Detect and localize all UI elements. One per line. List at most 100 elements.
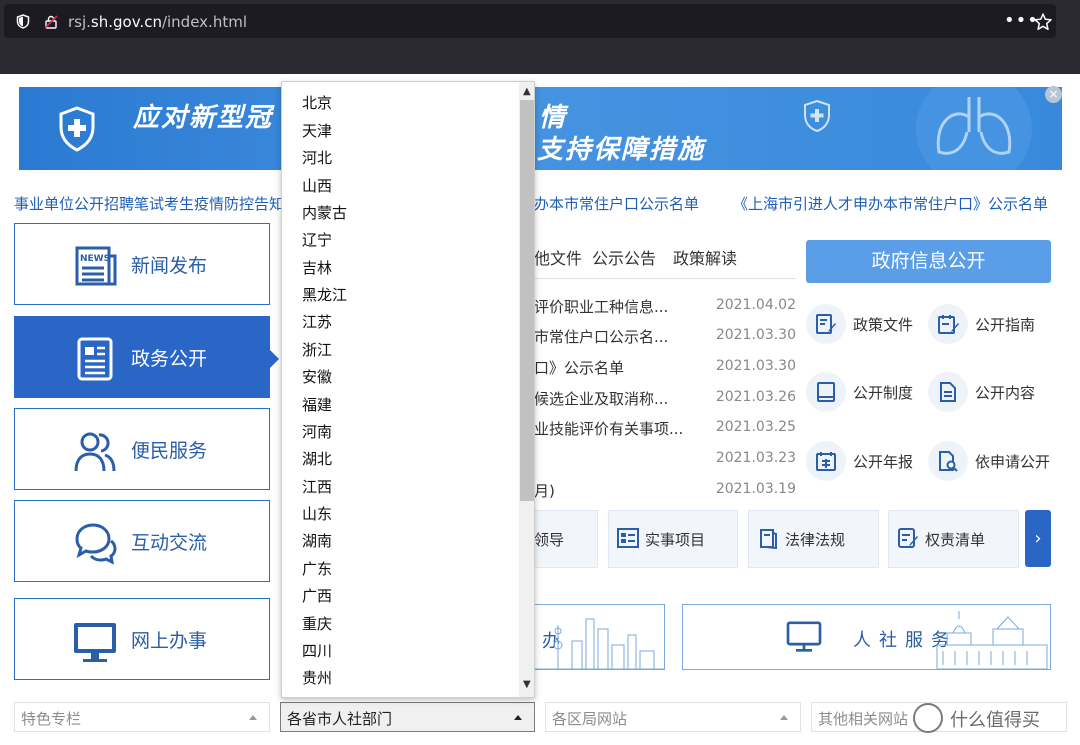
dropdown-option[interactable]: 浙江 bbox=[302, 339, 332, 360]
dropdown-option[interactable]: 天津 bbox=[302, 120, 332, 141]
dropdown-option[interactable]: 北京 bbox=[302, 92, 332, 113]
news-item[interactable]: 业技能评价有关事项... 2021.03.25 bbox=[534, 418, 796, 438]
gov-icon-bg bbox=[928, 372, 968, 412]
news-item[interactable]: 2021.03.23 bbox=[534, 449, 796, 469]
nav-label: 政务公开 bbox=[131, 348, 208, 370]
quick-link-label: 领导 bbox=[534, 531, 565, 549]
quick-link-practical-projects[interactable]: 实事项目 bbox=[608, 510, 738, 568]
active-indicator-arrow bbox=[270, 350, 279, 368]
url-text[interactable]: rsj.sh.gov.cn/index.html bbox=[68, 13, 247, 31]
news-title: 市常住户口公示名... bbox=[534, 328, 669, 346]
watermark-logo-icon bbox=[913, 703, 943, 733]
nav-online-services[interactable]: 网上办事 bbox=[14, 598, 270, 680]
provincial-hr-departments-select[interactable]: 各省市人社部门 bbox=[280, 702, 535, 732]
news-item[interactable]: 口》公示名单 2021.03.30 bbox=[534, 357, 796, 377]
select-value: 其他相关网站 bbox=[818, 710, 909, 728]
tracking-shield-icon[interactable] bbox=[16, 14, 30, 29]
dropdown-option[interactable]: 江苏 bbox=[302, 311, 332, 332]
chat-bubbles-icon bbox=[75, 523, 117, 565]
bookmark-star-icon[interactable] bbox=[1033, 12, 1053, 32]
dropdown-option[interactable]: 四川 bbox=[302, 640, 332, 661]
dropdown-option[interactable]: 江西 bbox=[302, 476, 332, 497]
shield-cross-icon bbox=[804, 99, 830, 133]
hr-services-strip[interactable]: 人社服务 bbox=[682, 604, 1051, 670]
banner-title-right-bottom: 支持保障措施 bbox=[537, 135, 706, 165]
tab-policy-interpretation[interactable]: 政策解读 bbox=[673, 245, 737, 269]
dropdown-option[interactable]: 辽宁 bbox=[302, 229, 332, 250]
historic-building-illustration bbox=[936, 611, 1048, 669]
news-date: 2021.03.30 bbox=[715, 327, 796, 343]
dropdown-option[interactable]: 吉林 bbox=[302, 257, 332, 278]
caret-up-icon bbox=[249, 715, 257, 720]
scroll-up-arrow-icon[interactable]: ▲ bbox=[523, 86, 531, 97]
quick-link-laws-regulations[interactable]: 法律法规 bbox=[748, 510, 879, 568]
featured-columns-select[interactable]: 特色专栏 bbox=[14, 702, 270, 732]
url-bar[interactable]: rsj.sh.gov.cn/index.html ••• bbox=[4, 4, 1056, 38]
dropdown-option[interactable]: 内蒙古 bbox=[302, 202, 347, 223]
government-info-disclosure-button[interactable]: 政府信息公开 bbox=[806, 240, 1051, 283]
marquee-link-3[interactable]: 《上海市引进人才申办本市常住户口》公示名单 bbox=[733, 193, 1048, 214]
gov-link-label: 公开年报 bbox=[853, 453, 914, 471]
nav-convenience-services[interactable]: 便民服务 bbox=[14, 408, 270, 490]
dropdown-option[interactable]: 湖北 bbox=[302, 448, 332, 469]
district-bureau-websites-select[interactable]: 各区局网站 bbox=[545, 702, 801, 732]
nav-interactive-exchange[interactable]: 互动交流 bbox=[14, 500, 270, 582]
dropdown-option[interactable]: 福建 bbox=[302, 394, 332, 415]
news-date: 2021.04.02 bbox=[715, 297, 796, 313]
provincial-hr-dropdown-list[interactable]: 北京 天津 河北 山西 内蒙古 辽宁 吉林 黑龙江 江苏 浙江 安徽 福建 河南… bbox=[281, 81, 535, 698]
scroll-down-arrow-icon[interactable]: ▼ bbox=[523, 679, 531, 690]
news-date: 2021.03.19 bbox=[715, 481, 796, 497]
document-icon bbox=[77, 337, 113, 381]
nav-government-affairs[interactable]: 政务公开 bbox=[14, 316, 270, 398]
dropdown-option[interactable]: 重庆 bbox=[302, 613, 332, 634]
news-item[interactable]: 评价职业工种信息... 2021.04.02 bbox=[534, 296, 796, 316]
dropdown-option[interactable]: 广东 bbox=[302, 558, 332, 579]
quick-link-powers-list[interactable]: 权责清单 bbox=[888, 510, 1019, 568]
dropdown-option[interactable]: 湖南 bbox=[302, 530, 332, 551]
news-item[interactable]: 候选企业及取消称... 2021.03.26 bbox=[534, 388, 796, 408]
url-prefix: rsj. bbox=[68, 13, 91, 31]
news-date: 2021.03.25 bbox=[715, 419, 796, 435]
news-item[interactable]: 市常住户口公示名... 2021.03.30 bbox=[534, 326, 796, 346]
banner-title-left: 应对新型冠 bbox=[133, 103, 274, 133]
dropdown-option[interactable]: 河北 bbox=[302, 147, 332, 168]
news-date: 2021.03.23 bbox=[715, 450, 796, 466]
select-value: 各区局网站 bbox=[552, 710, 628, 728]
tab-other-documents[interactable]: 他文件 bbox=[534, 245, 582, 269]
marquee-link-1[interactable]: 事业单位公开招聘笔试考生疫情防控告知 bbox=[14, 193, 284, 214]
dropdown-scrollbar-thumb[interactable] bbox=[520, 100, 534, 501]
dropdown-option[interactable]: 河南 bbox=[302, 421, 332, 442]
news-title: 业技能评价有关事项... bbox=[534, 420, 684, 438]
news-title: 口》公示名单 bbox=[534, 359, 625, 377]
close-banner-button[interactable]: × bbox=[1045, 86, 1062, 103]
dropdown-option[interactable]: 黑龙江 bbox=[302, 284, 347, 305]
monitor-icon bbox=[786, 621, 822, 652]
gov-link-label: 公开指南 bbox=[975, 316, 1036, 334]
news-date: 2021.03.30 bbox=[715, 358, 796, 374]
dropdown-option[interactable]: 山东 bbox=[302, 503, 332, 524]
nav-news-release[interactable]: NEWS 新闻发布 bbox=[14, 223, 270, 305]
covid-banner[interactable]: 应对新型冠 情 支持保障措施 bbox=[19, 87, 1062, 170]
monitor-icon bbox=[74, 623, 116, 662]
shield-cross-icon bbox=[59, 106, 95, 152]
news-title: 评价职业工种信息... bbox=[534, 298, 669, 316]
tab-announcements[interactable]: 公示公告 bbox=[592, 245, 656, 269]
dropdown-option[interactable]: 广西 bbox=[302, 585, 332, 606]
quick-link-label: 权责清单 bbox=[925, 531, 986, 549]
calendar-edit-icon bbox=[938, 315, 959, 334]
nav-label: 网上办事 bbox=[131, 630, 208, 652]
quick-links-next-button[interactable]: › bbox=[1025, 510, 1051, 567]
newspaper-icon: NEWS bbox=[75, 246, 117, 286]
edit-document-icon bbox=[816, 314, 836, 334]
nav-label: 新闻发布 bbox=[131, 255, 208, 277]
dropdown-option[interactable]: 贵州 bbox=[302, 667, 332, 688]
list-board-icon bbox=[617, 528, 639, 548]
insecure-lock-icon[interactable] bbox=[44, 15, 58, 29]
law-book-icon bbox=[760, 529, 777, 549]
dropdown-option[interactable]: 山西 bbox=[302, 175, 332, 196]
dropdown-option[interactable]: 安徽 bbox=[302, 366, 332, 387]
news-item[interactable]: 月) 2021.03.19 bbox=[534, 480, 796, 500]
gov-link-label: 公开内容 bbox=[975, 384, 1036, 402]
select-value: 各省市人社部门 bbox=[287, 710, 393, 728]
marquee-link-2[interactable]: 办本市常住户口公示名单 bbox=[534, 193, 699, 214]
